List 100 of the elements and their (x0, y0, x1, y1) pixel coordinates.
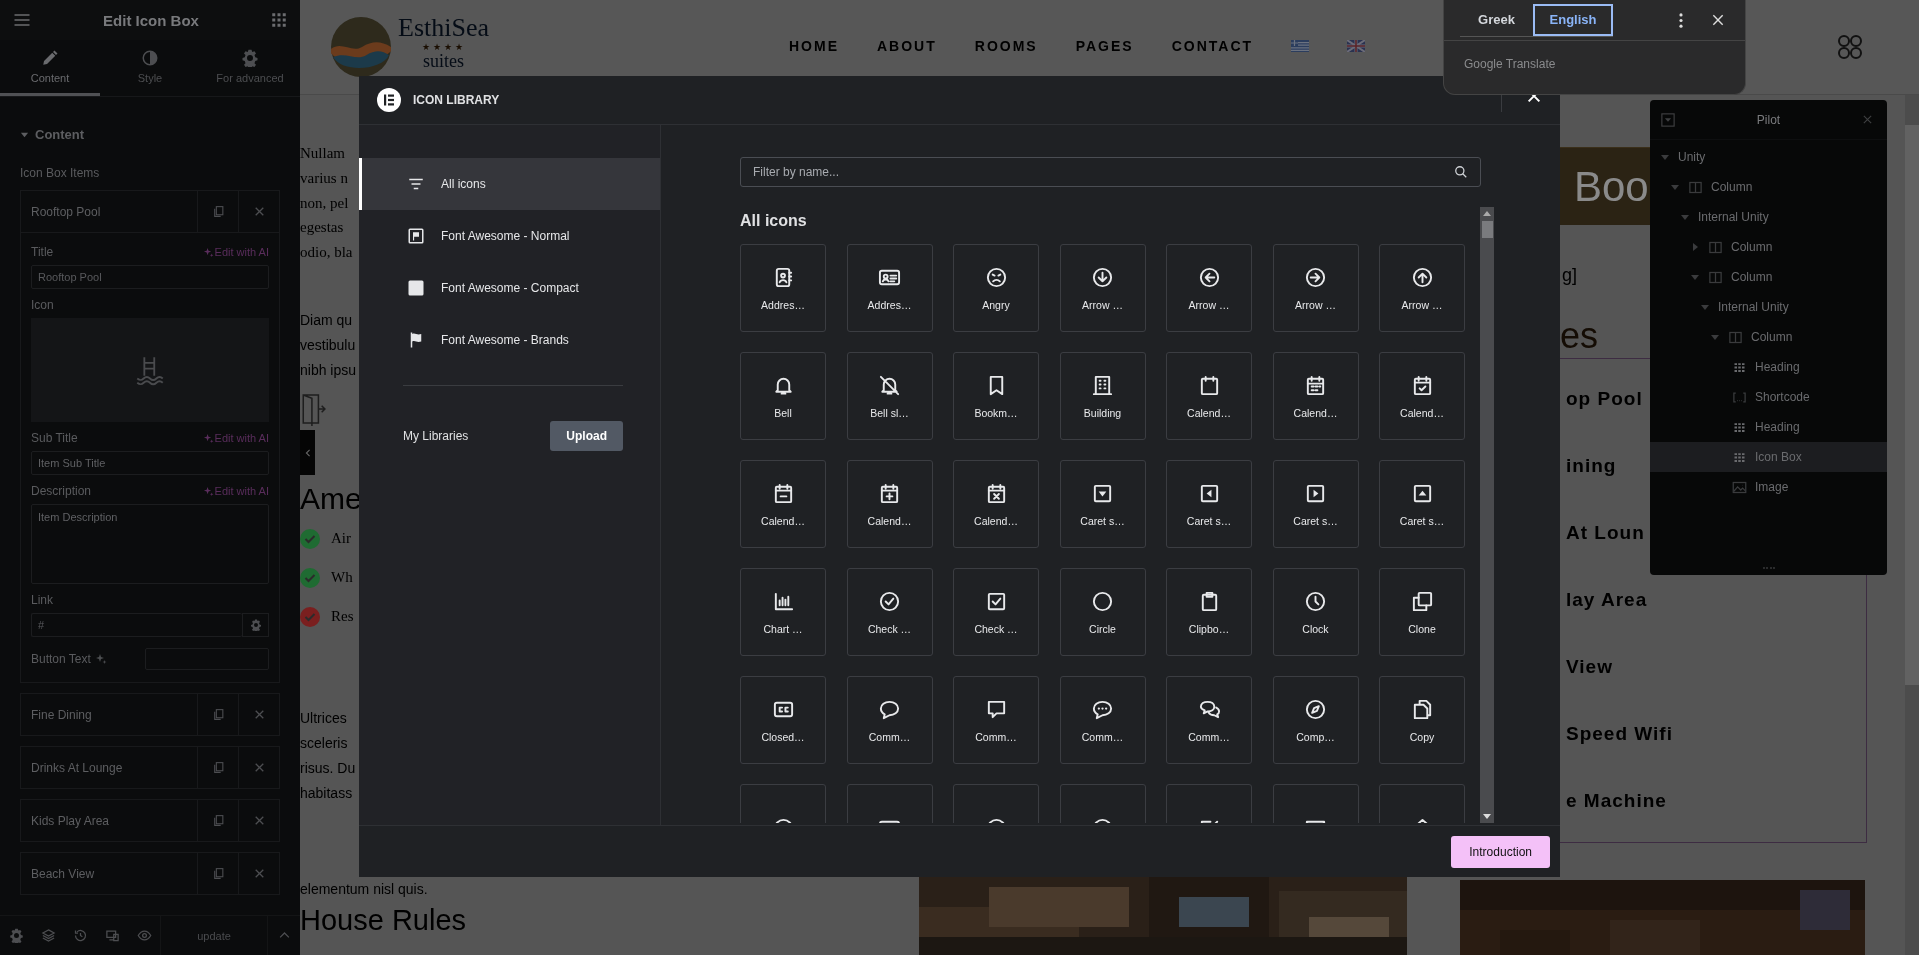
caret-icon[interactable] (1670, 182, 1680, 192)
icon-tile[interactable]: Check … (953, 568, 1039, 656)
tree-item[interactable]: Image (1650, 472, 1887, 502)
icon-tile[interactable]: Clone (1379, 568, 1465, 656)
amenity-text: Res (331, 607, 354, 627)
icon-tile[interactable]: Arrow … (1059, 244, 1146, 332)
field-label: Link (31, 593, 53, 607)
four-circles-icon[interactable] (1837, 34, 1863, 60)
greek-flag-icon[interactable] (1291, 40, 1310, 52)
icon-tile[interactable]: Caret s… (1059, 460, 1146, 548)
panel-title: Edit Icon Box (103, 11, 199, 29)
icon-tile[interactable]: Building (1059, 352, 1146, 440)
tree-item[interactable]: Unity (1650, 142, 1887, 172)
library-item[interactable]: Font Awesome - Brands (359, 314, 660, 366)
icon-tile[interactable]: Comm… (1166, 676, 1252, 764)
icon-tile[interactable]: Caret s… (1379, 460, 1465, 548)
panel-tab[interactable]: Content (0, 40, 100, 96)
caret-icon[interactable] (1690, 272, 1700, 282)
library-item[interactable]: All icons (359, 158, 660, 210)
icon-tile[interactable]: Clipbo… (1166, 568, 1252, 656)
icon-tile[interactable]: Chart … (740, 568, 826, 656)
arrow-right-circle-icon (1304, 265, 1327, 289)
icon-tile[interactable]: Bell (740, 352, 826, 440)
angry-face-icon (984, 265, 1008, 289)
icon-tile[interactable]: Addres… (740, 244, 826, 332)
section-heading: House Rules (300, 902, 468, 938)
caret-icon[interactable] (1690, 242, 1700, 252)
paragraph-text: odio, bla (300, 243, 354, 263)
icon-tile[interactable]: Angry (953, 244, 1039, 332)
settings-icon[interactable] (242, 613, 269, 637)
icon-tile[interactable]: Arrow … (1272, 244, 1359, 332)
icon-tile[interactable]: Clock (1272, 568, 1359, 656)
tree-item[interactable]: Internal Unity (1650, 202, 1887, 232)
column-icon (1708, 239, 1723, 255)
scrollbar[interactable] (1905, 95, 1919, 955)
tree-item[interactable]: Internal Unity (1650, 292, 1887, 322)
apps-grid-icon[interactable] (270, 11, 288, 29)
icon-tile[interactable]: Calend… (846, 460, 933, 548)
tree-item[interactable]: Column (1650, 172, 1887, 202)
collapse-icon[interactable] (1661, 112, 1675, 127)
icon-tile[interactable]: Check … (846, 568, 933, 656)
icon-tile[interactable]: Bell sl… (846, 352, 933, 440)
feature-title: At Loun (1566, 521, 1645, 545)
icon-tile[interactable]: Closed… (740, 676, 826, 764)
icon-tile[interactable]: Copy (1379, 676, 1465, 764)
feature-title: ining (1566, 454, 1617, 478)
shortcode-icon (1732, 389, 1747, 405)
field-label: Sub Title (31, 431, 78, 445)
tree-item[interactable]: Heading (1650, 352, 1887, 382)
icon-tile[interactable]: Calend… (1166, 352, 1252, 440)
building-icon (1091, 373, 1114, 397)
tree-item[interactable]: Column (1650, 232, 1887, 262)
caret-icon[interactable] (1680, 212, 1690, 222)
icon-tile[interactable]: Comm… (1059, 676, 1146, 764)
caret-icon[interactable] (1660, 152, 1670, 162)
language-tab[interactable]: Greek (1460, 3, 1533, 36)
icon-tile[interactable]: Comm… (953, 676, 1039, 764)
scroll-thumb[interactable] (1481, 221, 1493, 238)
icon-tile[interactable]: Arrow … (1379, 244, 1465, 332)
introduction-button[interactable]: Introduction (1451, 835, 1550, 868)
upload-button[interactable]: Upload (550, 421, 623, 451)
icon-tile[interactable]: Addres… (846, 244, 933, 332)
icon-tile[interactable]: Circle (1059, 568, 1146, 656)
section-heading: All icons (740, 211, 808, 230)
uk-flag-icon[interactable] (1347, 40, 1366, 52)
icon-tile[interactable]: Comp… (1272, 676, 1359, 764)
scroll-down-icon[interactable] (1483, 814, 1491, 819)
icon-tile[interactable]: Calend… (1379, 352, 1465, 440)
scroll-up-icon[interactable] (1483, 211, 1491, 216)
icon-tile[interactable]: Calend… (740, 460, 826, 548)
library-item[interactable]: Font Awesome - Compact (359, 262, 660, 314)
column-icon (1708, 269, 1723, 285)
caret-icon[interactable] (1700, 302, 1710, 312)
library-item[interactable]: Font Awesome - Normal (359, 210, 660, 262)
tree-item[interactable]: Column (1650, 322, 1887, 352)
tree-item[interactable]: Heading (1650, 412, 1887, 442)
icon-tile[interactable]: Comm… (846, 676, 933, 764)
more-options-icon[interactable] (1679, 12, 1683, 28)
paragraph-text: elementum nisl quis. (300, 880, 429, 899)
icon-tile[interactable]: Calend… (1272, 352, 1359, 440)
scrollbar[interactable] (1480, 207, 1494, 823)
icon-tile[interactable]: Arrow … (1166, 244, 1252, 332)
collapse-tab[interactable] (300, 430, 315, 476)
tree-item[interactable]: Column (1650, 262, 1887, 292)
icon-tile[interactable]: Calend… (953, 460, 1039, 548)
search-field[interactable]: Filter by name... (740, 157, 1481, 187)
icon-preview[interactable] (31, 318, 269, 422)
sparkle-icon (202, 246, 214, 258)
caret-icon[interactable] (1710, 332, 1720, 342)
feature-title: lay Area (1566, 588, 1648, 612)
calendar-plus-icon (878, 481, 901, 505)
field-label: Icon (31, 298, 54, 312)
arrow-left-circle-icon (1197, 265, 1221, 289)
language-tab[interactable]: English (1533, 3, 1613, 36)
paragraph-text: habitass (300, 783, 354, 803)
icon-tile[interactable]: Bookm… (953, 352, 1039, 440)
paragraph-text: Diam qu (300, 311, 354, 330)
icon-tile[interactable]: Caret s… (1272, 460, 1359, 548)
icon-tile[interactable]: Caret s… (1166, 460, 1252, 548)
tree-item[interactable]: Shortcode (1650, 382, 1887, 412)
